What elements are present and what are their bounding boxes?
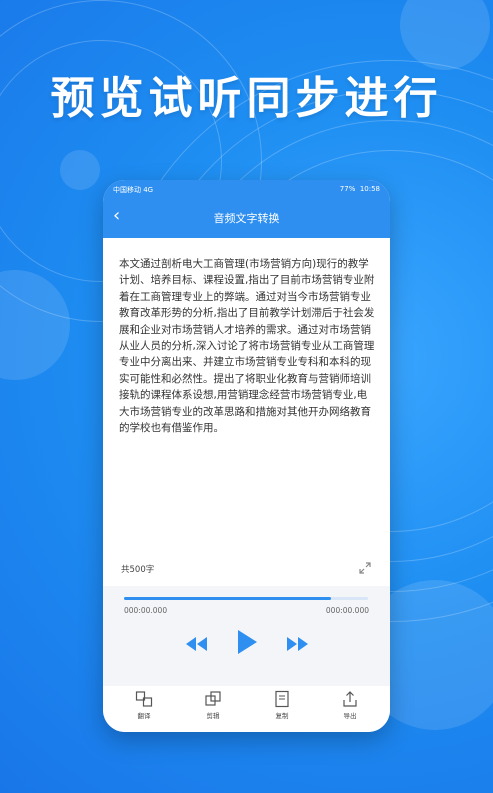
clip-icon [205, 691, 221, 706]
status-bar: 中国移动 4G 77% 10:58 [103, 180, 390, 198]
play-button[interactable] [236, 628, 258, 660]
status-right: 77% 10:58 [340, 185, 380, 193]
export-icon [343, 691, 357, 707]
battery-level: 77% [339, 185, 356, 193]
headline: 预览试听同步进行 [50, 73, 443, 124]
copy-icon [275, 690, 289, 708]
expand-icon[interactable] [358, 560, 372, 574]
transcript-text: 本文通过剖析电大工商管理(市场营销方向)现行的教学计划、培养目标、课程设置,指出… [119, 258, 375, 435]
bottom-toolbar: 翻译 剪辑 复制 导出 [103, 686, 390, 732]
word-count: 共500字 [121, 565, 155, 575]
tab-label: 翻译 [137, 712, 151, 720]
forward-button[interactable] [285, 636, 309, 656]
clock: 10:58 [359, 185, 380, 193]
translate-icon [135, 691, 153, 707]
progress-track[interactable] [124, 597, 368, 600]
rewind-button[interactable] [185, 636, 209, 656]
current-time: 000:00.000 [124, 606, 168, 615]
tab-label: 复制 [275, 712, 289, 720]
fast-forward-icon [287, 637, 308, 651]
tab-clip[interactable]: 剪辑 [193, 690, 233, 720]
title-bar: ‹ 音频文字转换 [103, 198, 390, 238]
decor-blob [400, 0, 490, 70]
decor-blob [60, 150, 100, 190]
carrier-label: 中国移动 4G [113, 186, 154, 194]
progress-fill [124, 597, 332, 600]
rewind-icon [186, 637, 207, 651]
tab-label: 剪辑 [206, 712, 220, 720]
tab-translate[interactable]: 翻译 [124, 690, 164, 720]
tab-label: 导出 [343, 712, 357, 720]
phone-mockup: 中国移动 4G 77% 10:58 ‹ 音频文字转换 本文通过剖析电大工商管理(… [103, 180, 390, 732]
play-icon [238, 630, 257, 654]
audio-player: 000:00.000 000:00.000 [103, 586, 390, 686]
total-time: 000:00.000 [325, 606, 369, 615]
tab-copy[interactable]: 复制 [262, 690, 302, 720]
page-title: 音频文字转换 [213, 212, 280, 225]
tab-export[interactable]: 导出 [330, 690, 370, 720]
